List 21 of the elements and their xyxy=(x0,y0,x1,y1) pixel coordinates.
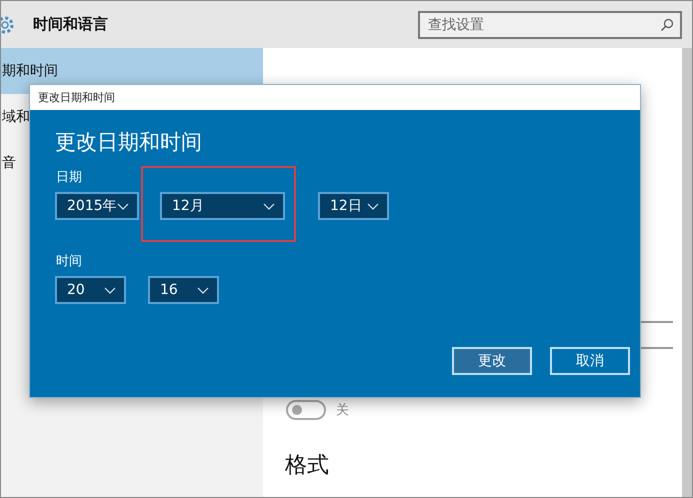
time-label: 时间 xyxy=(56,253,82,270)
search-icon xyxy=(660,18,674,32)
date-label: 日期 xyxy=(56,169,82,186)
cancel-button[interactable]: 取消 xyxy=(550,347,630,375)
chevron-down-icon xyxy=(263,202,275,210)
dropdown[interactable]: 12月 xyxy=(160,192,285,220)
dialog-heading: 更改日期和时间 xyxy=(55,129,203,156)
window-title: 时间和语言 xyxy=(33,15,108,34)
toggle-switch[interactable] xyxy=(286,400,326,420)
dropdown[interactable]: 12日 xyxy=(318,192,389,220)
dropdown[interactable]: 16 xyxy=(148,276,219,304)
chevron-down-icon xyxy=(104,286,116,294)
dropdown[interactable]: 2015年 xyxy=(55,192,139,220)
dropdown[interactable]: 20 xyxy=(55,276,126,304)
chevron-down-icon xyxy=(197,286,209,294)
search-field[interactable]: 查找设置 xyxy=(418,10,682,38)
section-heading: 格式 xyxy=(285,452,329,480)
chevron-down-icon xyxy=(367,202,379,210)
confirm-button[interactable]: 更改 xyxy=(452,347,532,375)
toggle-label: 关 xyxy=(336,402,349,419)
chevron-down-icon xyxy=(117,202,129,210)
